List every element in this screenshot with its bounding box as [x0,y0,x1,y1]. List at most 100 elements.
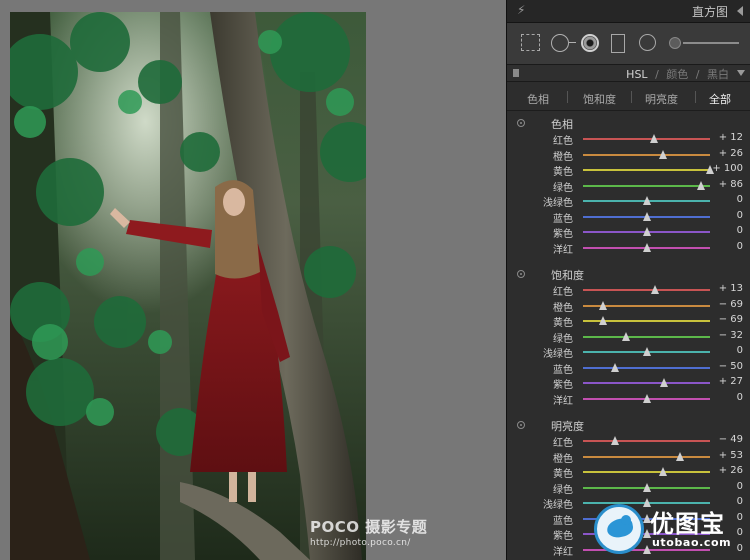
slider-value[interactable]: 0 [711,392,743,403]
slider-track[interactable] [583,184,710,187]
subtab-saturation[interactable]: 饱和度 [583,91,616,107]
forest-portrait-image [10,12,366,560]
slider-value[interactable]: 0 [711,194,743,205]
slider-value[interactable]: + 100 [711,163,743,174]
slider-thumb[interactable] [659,467,667,476]
target-adjust-icon[interactable] [517,421,525,429]
slider-track[interactable] [583,153,710,156]
slider-track[interactable] [583,382,710,384]
hsl-panel-header[interactable]: HSL / 颜色 / 黑白 [507,65,750,82]
photo-canvas[interactable]: POCO 摄影专题 http://photo.poco.cn/ [0,0,506,560]
slider-thumb[interactable] [697,180,706,190]
slider-thumb[interactable] [642,347,651,356]
slider-value[interactable]: 0 [711,481,743,492]
tab-color[interactable]: 颜色 [666,68,688,81]
slider-row: 蓝色 − 50 [507,360,750,376]
slider-value[interactable]: 0 [711,241,743,252]
histogram-header[interactable]: ⚡ 直方图 [507,0,750,23]
slider-row: 红色 − 49 [507,433,750,449]
slider-track[interactable] [583,169,710,171]
slider-thumb[interactable] [622,331,631,341]
red-eye-icon[interactable] [581,34,599,52]
slider-track[interactable] [583,138,710,140]
subtab-divider [695,91,696,103]
slider-label: 橙色 [553,302,573,314]
slider-thumb[interactable] [659,378,668,387]
spot-removal-icon[interactable] [551,34,576,52]
slider-value[interactable]: + 86 [711,179,743,190]
tab-hsl[interactable]: HSL [626,68,647,81]
slider-label: 红色 [553,287,573,298]
slider-row: 橙色 − 69 [507,298,750,314]
subtab-hue[interactable]: 色相 [527,91,549,107]
hsl-subtabs: 色相 饱和度 明亮度 全部 [507,83,750,111]
slider-row: 浅绿色 0 [507,344,750,360]
photo-preview[interactable] [10,12,366,560]
slider-row: 黄色 − 69 [507,313,750,329]
slider-row: 浅绿色 0 [507,193,750,209]
slider-thumb[interactable] [676,451,685,461]
crop-overlay-icon[interactable] [521,34,540,51]
slider-track[interactable] [583,366,710,369]
subtab-luminance[interactable]: 明亮度 [645,91,678,107]
watermark: POCO 摄影专题 http://photo.poco.cn/ [310,516,460,548]
slider-label: 紫色 [553,380,573,391]
slider-label: 橙色 [553,151,573,163]
slider-thumb[interactable] [598,300,607,310]
radial-filter-icon[interactable] [639,34,656,51]
collapse-down-icon[interactable] [737,70,745,76]
section-header: 饱和度 [507,266,750,282]
slider-value[interactable]: 0 [711,225,743,236]
slider-thumb[interactable] [642,211,651,221]
adjustment-brush-icon[interactable] [669,37,739,49]
slider-label: 红色 [553,438,573,449]
slider-value[interactable]: 0 [711,210,743,221]
panel-switch-icon[interactable] [513,69,519,77]
slider-row: 绿色 0 [507,480,750,496]
logo-name: 优图宝 [650,510,725,538]
slider-value[interactable]: − 69 [711,314,743,325]
slider-track[interactable] [583,440,710,442]
slider-row: 红色 + 12 [507,131,750,147]
slider-thumb[interactable] [642,196,651,205]
slider-value[interactable]: 0 [711,345,743,356]
target-adjust-icon[interactable] [517,119,525,127]
slider-value[interactable]: − 49 [711,434,743,445]
slider-value[interactable]: − 69 [711,299,743,310]
slider-row: 橙色 + 53 [507,449,750,465]
lightning-icon[interactable]: ⚡ [517,3,525,17]
slider-track[interactable] [583,455,710,458]
slider-thumb[interactable] [642,227,651,236]
slider-row: 紫色 + 27 [507,375,750,391]
slider-thumb[interactable] [642,242,651,252]
slider-value[interactable]: + 13 [711,283,743,294]
slider-value[interactable]: + 26 [711,465,743,476]
section-title: 色相 [551,118,573,131]
slider-value[interactable]: + 26 [711,148,743,159]
slider-track[interactable] [583,471,710,473]
slider-thumb[interactable] [610,362,619,372]
slider-value[interactable]: − 50 [711,361,743,372]
subtab-all[interactable]: 全部 [709,91,731,107]
slider-thumb[interactable] [598,316,607,325]
target-adjust-icon[interactable] [517,270,525,278]
slider-thumb[interactable] [650,285,659,294]
slider-value[interactable]: − 32 [711,330,743,341]
tab-bw[interactable]: 黑白 [707,68,729,81]
slider-label: 蓝色 [553,364,573,376]
section-title: 饱和度 [551,269,584,282]
slider-value[interactable]: + 53 [711,450,743,461]
graduated-filter-icon[interactable] [611,34,625,53]
slider-track[interactable] [583,289,710,291]
slider-thumb[interactable] [642,393,651,403]
slider-thumb[interactable] [611,436,620,445]
slider-value[interactable]: + 27 [711,376,743,387]
watermark-url: http://photo.poco.cn/ [310,538,411,548]
slider-thumb[interactable] [659,149,667,159]
slider-thumb[interactable] [642,482,651,492]
slider-thumb[interactable] [650,134,659,143]
slider-value[interactable]: + 12 [711,132,743,143]
slider-track[interactable] [583,335,710,338]
collapse-left-icon[interactable] [737,6,743,16]
site-logo: 优图宝 utobao.com [590,498,750,560]
